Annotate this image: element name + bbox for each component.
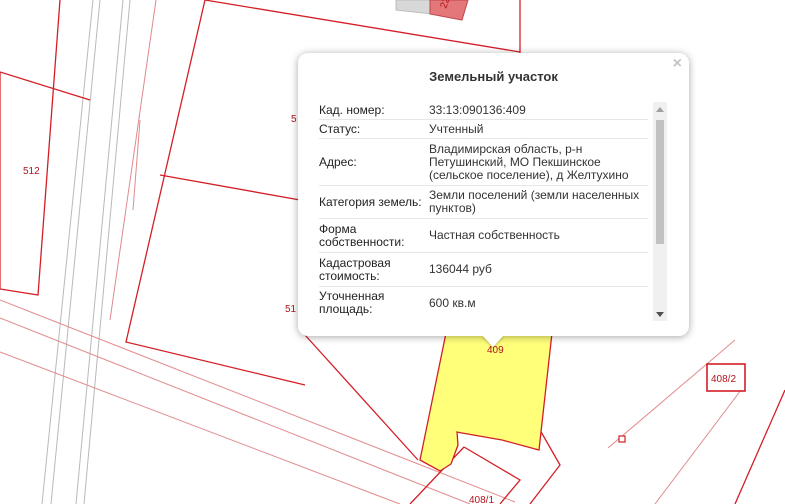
attribute-key: Кадастровая стоимость: — [319, 252, 429, 287]
attribute-key: Кад. номер: — [319, 101, 429, 120]
table-row: Категория земель: Земли поселений (земли… — [319, 185, 648, 219]
parcel-label-51: 51 — [285, 304, 297, 315]
parcel-label-408-2: 408/2 — [711, 374, 736, 385]
attribute-value: Учтенный — [429, 119, 648, 139]
attribute-value: Частная собственность — [429, 218, 648, 253]
scroll-down-arrow-icon[interactable] — [656, 312, 664, 317]
attribute-key: Статус: — [319, 119, 429, 139]
popup-tail — [482, 335, 504, 347]
attribute-key: Форма собственности: — [319, 218, 429, 253]
parcel-label-408-1: 408/1 — [469, 495, 494, 504]
attribute-value: 33:13:090136:409 — [429, 101, 648, 120]
attribute-key: Адрес: — [319, 138, 429, 186]
attribute-key: Уточненная площадь: — [319, 286, 429, 319]
popup-title: Земельный участок — [429, 69, 558, 84]
attribute-value: 600 кв.м — [429, 286, 648, 319]
parcel-info-popup: × Земельный участок Кад. номер: 33:13:09… — [298, 53, 689, 347]
parcel-label-512: 512 — [23, 166, 40, 177]
building-22 — [395, 0, 469, 21]
survey-point-marker — [618, 435, 626, 443]
table-row: Форма собственности: Частная собственнос… — [319, 218, 648, 253]
table-row: Кадастровая стоимость: 136044 руб — [319, 252, 648, 287]
attribute-table: Кад. номер: 33:13:090136:409 Статус: Учт… — [319, 101, 648, 319]
popup-scrollbar[interactable] — [653, 102, 667, 321]
attribute-value: Владимирская область, р-н Петушинский, М… — [429, 138, 648, 186]
table-row: Адрес: Владимирская область, р-н Петушин… — [319, 138, 648, 186]
table-row: Уточненная площадь: 600 кв.м — [319, 286, 648, 319]
scrollbar-thumb[interactable] — [656, 120, 664, 244]
scroll-up-arrow-icon[interactable] — [656, 107, 664, 112]
parcel-label-5: 5 — [291, 114, 297, 125]
road-lines — [41, 0, 131, 504]
attribute-key: Категория земель: — [319, 185, 429, 219]
attribute-value: Земли поселений (земли населенных пункто… — [429, 185, 648, 219]
selected-parcel-409[interactable] — [419, 332, 553, 472]
attribute-value: 136044 руб — [429, 252, 648, 287]
table-row: Кад. номер: 33:13:090136:409 — [319, 101, 648, 120]
table-row: Статус: Учтенный — [319, 119, 648, 139]
attribute-table-container[interactable]: Кад. номер: 33:13:090136:409 Статус: Учт… — [319, 101, 648, 319]
